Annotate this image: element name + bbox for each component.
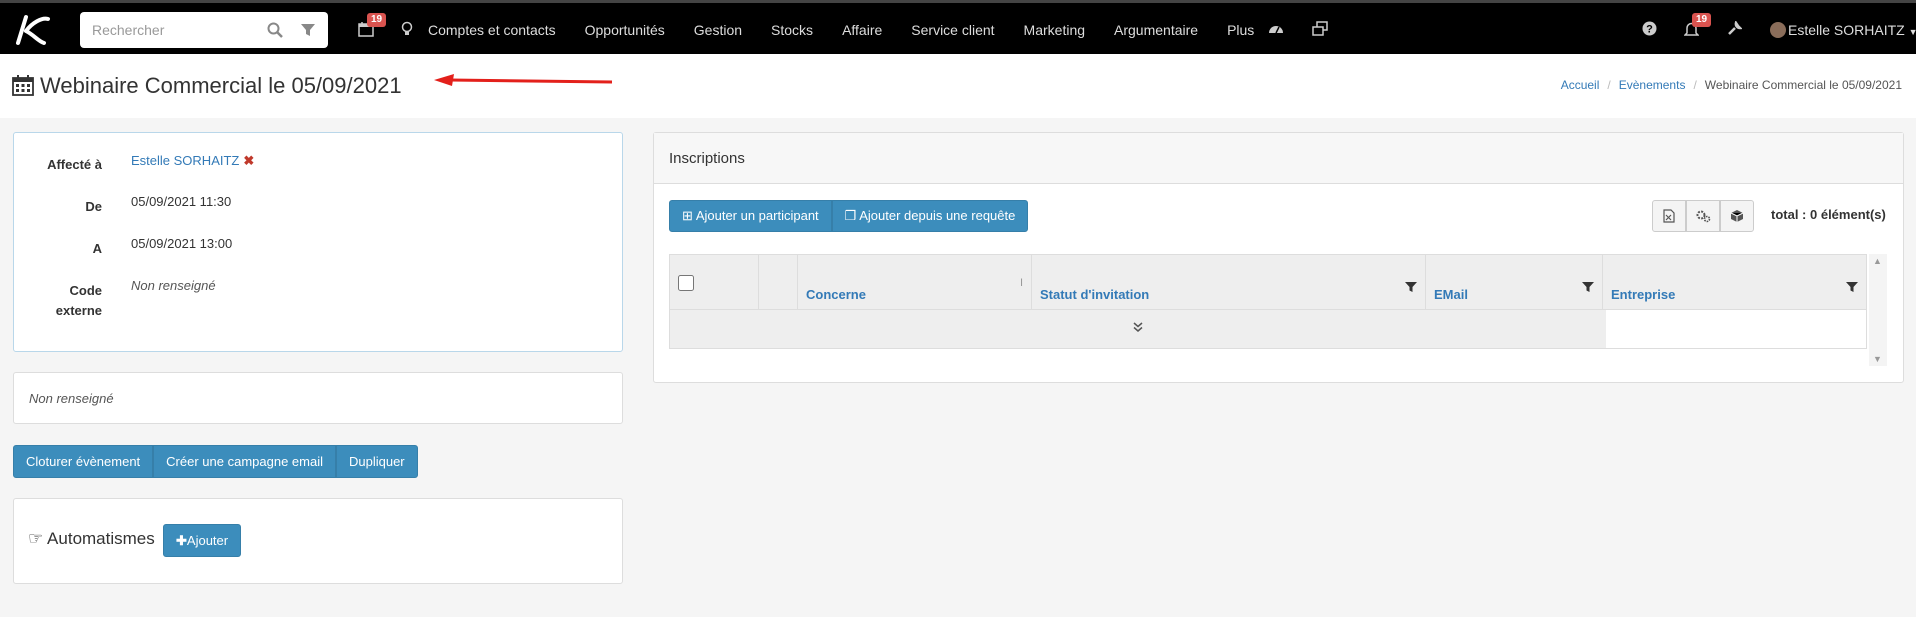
event-info-panel: Affecté à Estelle SORHAITZ ✖ De 05/09/202…: [13, 132, 623, 352]
duplicate-button[interactable]: Dupliquer: [335, 445, 418, 478]
filter-icon[interactable]: [300, 22, 316, 38]
menu-item-affaire[interactable]: Affaire: [842, 22, 882, 38]
cogs-icon: [1696, 210, 1711, 223]
package-button[interactable]: [1720, 200, 1754, 232]
menu-item-marketing[interactable]: Marketing: [1024, 22, 1085, 38]
settings-button[interactable]: [1686, 200, 1720, 232]
filter-icon[interactable]: [1846, 281, 1858, 293]
create-email-campaign-button[interactable]: Créer une campagne email: [153, 445, 336, 478]
main-menu: Comptes et contacts Opportunités Gestion…: [428, 3, 1283, 57]
scroll-up-icon[interactable]: ▲: [1873, 256, 1882, 266]
actions-column: [759, 255, 798, 310]
code-value: Non renseigné: [131, 278, 216, 293]
caret-down-icon: ▼: [1908, 27, 1916, 37]
description-panel: Non renseigné: [13, 372, 623, 424]
add-from-query-button[interactable]: ❒ Ajouter depuis une requête: [831, 200, 1029, 232]
total-count: total : 0 élément(s): [1771, 207, 1886, 222]
remove-icon[interactable]: ✖: [243, 153, 254, 168]
menu-item-comptes[interactable]: Comptes et contacts: [428, 22, 556, 38]
automatismes-panel: ☞ Automatismes ✚Ajouter: [13, 498, 623, 584]
add-automatisme-button[interactable]: ✚Ajouter: [163, 524, 242, 557]
breadcrumb-events[interactable]: Evènements: [1619, 78, 1686, 92]
lightbulb-icon[interactable]: [400, 21, 414, 37]
sort-icon[interactable]: I: [1020, 277, 1023, 289]
inscriptions-title: Inscriptions: [669, 150, 745, 167]
dashboard-icon[interactable]: [1268, 21, 1284, 35]
from-value: 05/09/2021 11:30: [131, 194, 232, 209]
close-event-button[interactable]: Cloturer évènement: [13, 445, 154, 478]
plus-square-icon: ⊞: [682, 208, 693, 223]
to-value: 05/09/2021 13:00: [131, 236, 233, 251]
avatar: [1770, 22, 1786, 38]
grid-scrollbar[interactable]: ▲ ▼: [1869, 254, 1887, 366]
help-icon[interactable]: ?: [1642, 21, 1657, 36]
svg-text:?: ?: [1646, 24, 1653, 36]
filter-icon[interactable]: [1405, 281, 1417, 293]
automatismes-heading: ☞ Automatismes: [28, 529, 155, 548]
menu-item-gestion[interactable]: Gestion: [694, 22, 742, 38]
menu-item-argumentaire[interactable]: Argumentaire: [1114, 22, 1198, 38]
inscriptions-panel: Inscriptions ⊞ Ajouter un participant ❒ …: [653, 132, 1904, 383]
page-title: Webinaire Commercial le 05/09/2021: [40, 73, 402, 98]
page-header: Webinaire Commercial le 05/09/2021 Accue…: [0, 54, 1916, 118]
to-label: A: [92, 241, 102, 256]
inscriptions-grid: Concerne I Statut d'invitation EMail Ent…: [669, 254, 1867, 349]
export-excel-button[interactable]: [1652, 200, 1686, 232]
app-logo[interactable]: [12, 13, 52, 47]
notification-badge: 19: [1692, 13, 1712, 27]
top-navbar: 19 Comptes et contacts Opportunités Gest…: [0, 0, 1916, 54]
cubes-icon: ❒: [844, 208, 857, 223]
inscriptions-actions: ⊞ Ajouter un participant ❒ Ajouter depui…: [669, 200, 1029, 232]
breadcrumb-home[interactable]: Accueil: [1561, 78, 1600, 92]
grid-tools: [1652, 200, 1754, 232]
select-all-checkbox[interactable]: [678, 275, 694, 291]
user-menu[interactable]: Estelle SORHAITZ ▼: [1770, 22, 1916, 38]
filter-icon[interactable]: [1582, 281, 1594, 293]
select-all-column: [670, 255, 759, 310]
calendar-icon: [12, 75, 34, 96]
thumbs-up-icon: ☞: [28, 529, 44, 548]
code-label: Code externe: [55, 283, 102, 318]
global-search: [80, 12, 328, 48]
search-input[interactable]: [92, 12, 262, 48]
plus-icon: ✚: [176, 532, 187, 548]
column-concerne[interactable]: Concerne I: [798, 255, 1032, 310]
assigned-user-link[interactable]: Estelle SORHAITZ: [131, 153, 239, 168]
description-text: Non renseigné: [29, 391, 114, 406]
grid-header: Concerne I Statut d'invitation EMail Ent…: [670, 255, 1866, 310]
wrench-icon[interactable]: [1727, 21, 1742, 36]
red-arrow-annotation: [434, 74, 613, 86]
user-name: Estelle SORHAITZ: [1788, 22, 1905, 38]
chevron-double-down-icon[interactable]: [1133, 322, 1143, 332]
breadcrumb: Accueil / Evènements / Webinaire Commercial …: [1560, 78, 1902, 92]
menu-item-service-client[interactable]: Service client: [911, 22, 994, 38]
column-entreprise[interactable]: Entreprise: [1603, 255, 1866, 310]
search-icon[interactable]: [266, 21, 284, 39]
column-statut-invitation[interactable]: Statut d'invitation: [1032, 255, 1426, 310]
expand-row[interactable]: [670, 310, 1606, 348]
menu-item-stocks[interactable]: Stocks: [771, 22, 813, 38]
column-email[interactable]: EMail: [1426, 255, 1603, 310]
windows-icon[interactable]: [1312, 21, 1328, 37]
menu-item-opportunites[interactable]: Opportunités: [585, 22, 665, 38]
calendar-badge: 19: [367, 13, 387, 27]
add-participant-button[interactable]: ⊞ Ajouter un participant: [669, 200, 832, 232]
event-actions: Cloturer évènement Créer une campagne em…: [13, 445, 418, 478]
file-excel-icon: [1663, 209, 1675, 223]
inscriptions-header: Inscriptions: [654, 133, 1903, 184]
scroll-down-icon[interactable]: ▼: [1873, 354, 1882, 364]
breadcrumb-current: Webinaire Commercial le 05/09/2021: [1704, 78, 1902, 92]
cube-icon: [1730, 210, 1744, 222]
menu-item-plus[interactable]: Plus: [1227, 22, 1254, 38]
grid-body: [670, 310, 1866, 348]
assigned-label: Affecté à: [47, 157, 102, 172]
from-label: De: [85, 199, 102, 214]
